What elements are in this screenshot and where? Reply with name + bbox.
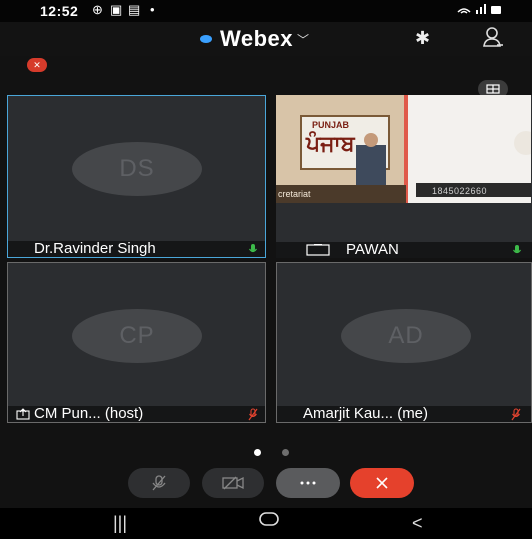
video-caption-right: 1845022660: [432, 186, 488, 196]
avatar: CP: [72, 309, 202, 363]
more-options-button[interactable]: [276, 468, 340, 498]
mic-muted-icon: [248, 408, 258, 421]
participant-name: CM Pun... (host): [8, 406, 265, 422]
chevron-down-icon: ﹀: [297, 32, 310, 47]
grid-icon: [486, 84, 500, 94]
page-dot-active[interactable]: [254, 449, 261, 456]
mic-off-icon: [152, 475, 166, 491]
participant-tile[interactable]: DS Dr.Ravinder Singh: [7, 95, 266, 258]
mic-on-icon: [249, 244, 257, 253]
video-sign-punjabi: ਪੰਜਾਬ: [306, 131, 355, 156]
back-icon[interactable]: <: [412, 513, 423, 534]
video-caption-left: cretariat: [278, 189, 311, 199]
gallery-icon: ▣: [110, 2, 123, 17]
mic-muted-icon: [511, 408, 521, 421]
participant-tile[interactable]: CP CM Pun... (host): [7, 262, 266, 423]
participant-tile[interactable]: AD Amarjit Kau... (me): [276, 262, 532, 423]
status-bar: 12:52 ⊕ ▣ ▤ •: [0, 0, 532, 22]
more-icon: [300, 481, 316, 485]
vpn-icon: ⊕: [92, 2, 103, 17]
dot-icon: •: [150, 2, 155, 17]
page-dot[interactable]: [282, 449, 289, 456]
message-icon: ▤: [128, 2, 141, 17]
participant-name: Dr.Ravinder Singh: [8, 241, 265, 257]
close-icon: [376, 477, 388, 489]
video-off-icon: [222, 476, 244, 490]
participants-icon[interactable]: [482, 26, 504, 53]
video-sign-text: PUNJAB: [312, 120, 350, 130]
participant-video: PUNJAB ਪੰਜਾਬ cretariat 1845022660: [276, 95, 531, 203]
meeting-header: Webex ﹀ ✱: [0, 22, 532, 56]
avatar: DS: [72, 142, 202, 196]
webex-logo-icon: [200, 35, 212, 43]
video-toggle-button[interactable]: [202, 468, 264, 498]
mute-button[interactable]: [128, 468, 190, 498]
avatar: AD: [341, 309, 471, 363]
mic-on-icon: [513, 245, 521, 254]
system-nav-bar: ||| <: [0, 508, 532, 539]
status-time: 12:52: [40, 3, 79, 19]
share-icon: [16, 408, 30, 420]
participant-tile[interactable]: PUNJAB ਪੰਜਾਬ cretariat 1845022660 PAWAN: [276, 95, 532, 258]
leave-meeting-button[interactable]: [350, 468, 414, 498]
recent-apps-icon[interactable]: |||: [113, 513, 127, 534]
screen-share-icon: [306, 244, 330, 256]
signal-battery-icon: [456, 3, 502, 18]
home-icon[interactable]: [258, 511, 280, 532]
app-brand[interactable]: Webex ﹀: [200, 26, 309, 52]
muted-indicator-icon: ✕: [27, 58, 47, 72]
bluetooth-icon[interactable]: ✱: [415, 28, 430, 49]
participant-name: Amarjit Kau... (me): [277, 406, 531, 422]
page-indicator[interactable]: [0, 449, 532, 457]
app-name: Webex: [220, 26, 294, 51]
